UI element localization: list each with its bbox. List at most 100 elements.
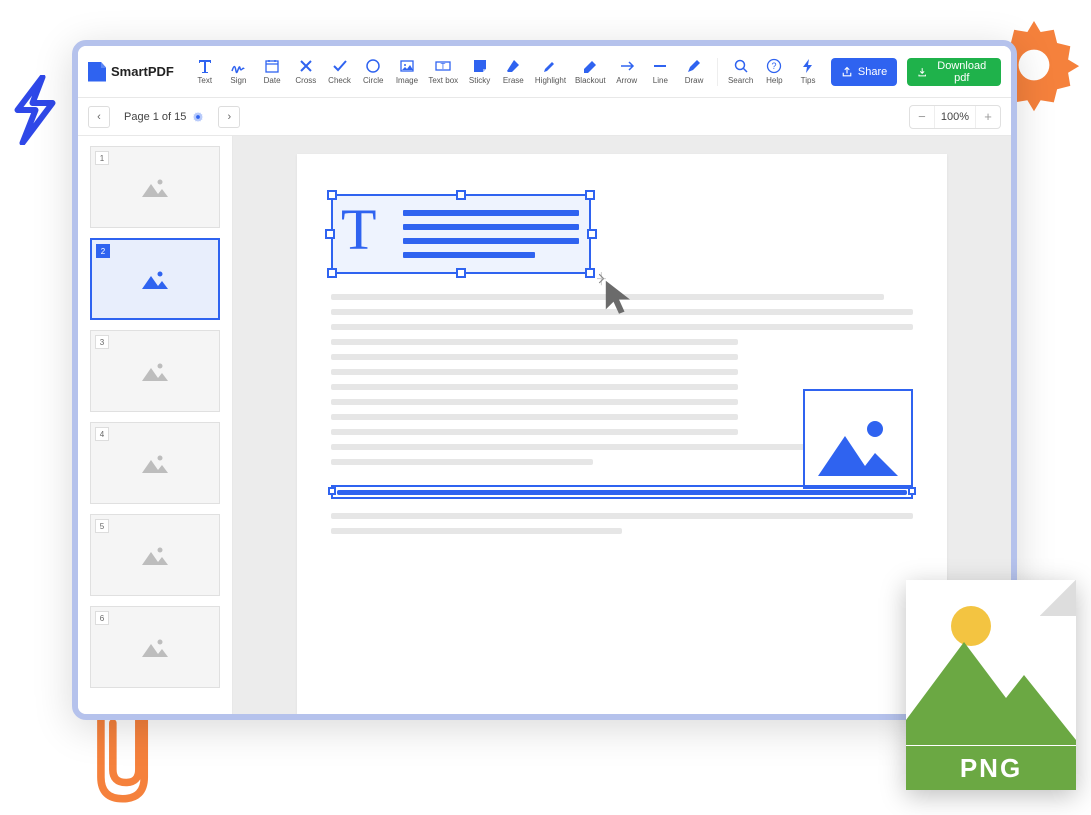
circle-icon xyxy=(365,58,381,74)
thumbnail-image-icon xyxy=(140,635,170,659)
body-text-placeholder xyxy=(331,513,913,534)
highlight-selection[interactable] xyxy=(331,485,913,499)
thumbnail-image-icon xyxy=(140,451,170,475)
arrow-icon xyxy=(619,58,635,74)
resize-handle[interactable] xyxy=(456,268,466,278)
resize-handle[interactable] xyxy=(328,487,336,495)
cross-icon xyxy=(298,58,314,74)
svg-text:T: T xyxy=(441,62,446,71)
tips-button[interactable]: Tips xyxy=(793,52,823,92)
share-icon xyxy=(841,66,853,78)
zoom-value: 100% xyxy=(934,106,976,128)
blackout-tool[interactable]: Blackout xyxy=(573,52,608,92)
logo-icon xyxy=(88,62,106,82)
thumbnail-page-6[interactable]: 6 xyxy=(90,606,220,688)
search-button[interactable]: Search xyxy=(726,52,756,92)
canvas-area[interactable]: T xyxy=(233,136,1011,714)
text-icon xyxy=(197,58,213,74)
arrow-tool[interactable]: Arrow xyxy=(612,52,642,92)
thumbnail-page-1[interactable]: 1 xyxy=(90,146,220,228)
page-indicator: Page 1 of 15 xyxy=(124,111,204,123)
thumbnail-number: 4 xyxy=(95,427,109,441)
sign-icon xyxy=(230,58,246,74)
line-icon xyxy=(652,58,668,74)
embedded-image[interactable] xyxy=(803,389,913,489)
image-icon xyxy=(399,58,415,74)
zoom-in-button[interactable]: + xyxy=(976,106,1000,128)
app-name: SmartPDF xyxy=(111,64,174,79)
resize-handle[interactable] xyxy=(585,190,595,200)
text-selection-box[interactable]: T xyxy=(331,194,591,274)
sign-tool[interactable]: Sign xyxy=(224,52,254,92)
thumbnail-image-icon xyxy=(140,175,170,199)
textbox-icon: T xyxy=(435,58,451,74)
download-icon xyxy=(917,66,927,78)
resize-handle[interactable] xyxy=(325,229,335,239)
main-toolbar: SmartPDF Text Sign Date Cross Check Circ… xyxy=(78,46,1011,98)
app-window: SmartPDF Text Sign Date Cross Check Circ… xyxy=(72,40,1017,720)
document-page[interactable]: T xyxy=(297,154,947,714)
thumbnail-image-icon xyxy=(140,359,170,383)
blackout-icon xyxy=(582,58,598,74)
resize-handle[interactable] xyxy=(456,190,466,200)
workspace: 1 2 3 4 5 6 T xyxy=(78,136,1011,714)
help-icon: ? xyxy=(766,58,782,74)
sticky-tool[interactable]: Sticky xyxy=(465,52,495,92)
help-button[interactable]: ?Help xyxy=(759,52,789,92)
tips-icon xyxy=(800,58,816,74)
search-icon xyxy=(733,58,749,74)
cross-tool[interactable]: Cross xyxy=(291,52,321,92)
sticky-icon xyxy=(472,58,488,74)
thumbnail-number: 5 xyxy=(95,519,109,533)
prev-page-button[interactable]: ‹ xyxy=(88,106,110,128)
erase-icon xyxy=(505,58,521,74)
page-settings-icon[interactable] xyxy=(192,111,204,123)
bolt-decoration xyxy=(5,75,60,145)
text-tool[interactable]: Text xyxy=(190,52,220,92)
thumbnail-number: 3 xyxy=(95,335,109,349)
date-tool[interactable]: Date xyxy=(257,52,287,92)
draw-icon xyxy=(686,58,702,74)
highlight-icon xyxy=(542,58,558,74)
selection-lines xyxy=(403,210,579,258)
thumbnail-page-5[interactable]: 5 xyxy=(90,514,220,596)
next-page-button[interactable]: › xyxy=(218,106,240,128)
thumbnail-page-3[interactable]: 3 xyxy=(90,330,220,412)
app-logo: SmartPDF xyxy=(88,62,174,82)
resize-handle[interactable] xyxy=(327,190,337,200)
image-placeholder-icon xyxy=(813,411,903,481)
resize-handle[interactable] xyxy=(585,268,595,278)
thumbnail-image-icon xyxy=(140,267,170,291)
zoom-out-button[interactable]: − xyxy=(910,106,934,128)
line-tool[interactable]: Line xyxy=(646,52,676,92)
thumbnail-number: 6 xyxy=(95,611,109,625)
navigation-bar: ‹ Page 1 of 15 › − 100% + xyxy=(78,98,1011,136)
share-button[interactable]: Share xyxy=(831,58,897,86)
image-tool[interactable]: Image xyxy=(392,52,422,92)
svg-text:?: ? xyxy=(772,61,777,71)
png-file-overlay: PNG xyxy=(906,580,1076,790)
resize-handle[interactable] xyxy=(908,487,916,495)
download-button[interactable]: Download pdf xyxy=(907,58,1001,86)
thumbnail-panel: 1 2 3 4 5 6 xyxy=(78,136,233,714)
dropcap-t: T xyxy=(341,204,376,256)
highlight-tool[interactable]: Highlight xyxy=(532,52,569,92)
thumbnail-number: 1 xyxy=(95,151,109,165)
check-tool[interactable]: Check xyxy=(325,52,355,92)
calendar-icon xyxy=(264,58,280,74)
textbox-tool[interactable]: TText box xyxy=(426,52,461,92)
zoom-control: − 100% + xyxy=(909,105,1001,129)
thumbnail-number: 2 xyxy=(96,244,110,258)
png-label: PNG xyxy=(906,746,1076,790)
thumbnail-image-icon xyxy=(140,543,170,567)
thumbnail-page-4[interactable]: 4 xyxy=(90,422,220,504)
cursor-icon xyxy=(597,272,641,316)
circle-tool[interactable]: Circle xyxy=(358,52,388,92)
separator xyxy=(717,58,718,86)
check-icon xyxy=(332,58,348,74)
erase-tool[interactable]: Erase xyxy=(498,52,528,92)
thumbnail-page-2[interactable]: 2 xyxy=(90,238,220,320)
resize-handle[interactable] xyxy=(327,268,337,278)
resize-handle[interactable] xyxy=(587,229,597,239)
draw-tool[interactable]: Draw xyxy=(679,52,709,92)
